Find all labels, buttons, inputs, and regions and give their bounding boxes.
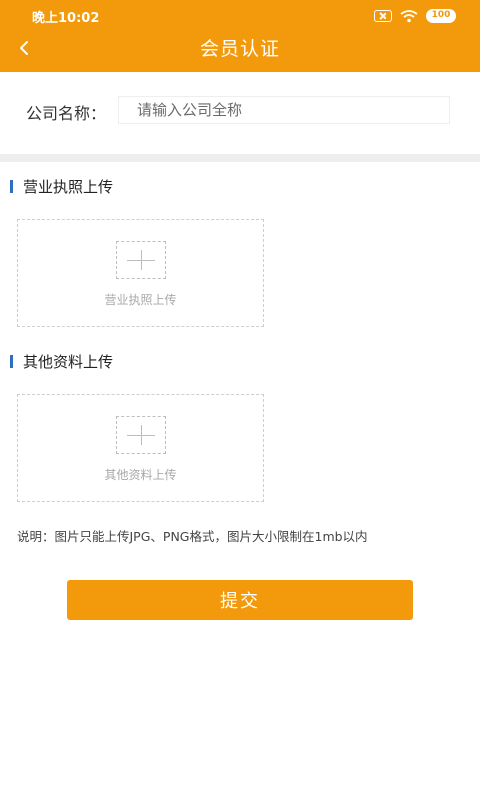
section-divider xyxy=(0,154,480,162)
plus-icon xyxy=(116,416,166,454)
other-section-title: 其他资料上传 xyxy=(10,352,114,371)
status-icons: 100 xyxy=(374,8,456,24)
status-bar: 晚上10:02 100 xyxy=(0,0,480,32)
page-title: 会员认证 xyxy=(199,38,280,60)
section-marker xyxy=(10,354,13,368)
company-name-label: 公司名称： xyxy=(26,104,107,123)
license-section-label: 营业执照上传 xyxy=(23,177,114,196)
plus-icon xyxy=(116,241,166,279)
app-header: 晚上10:02 100 会员认证 xyxy=(0,0,480,72)
other-upload-box[interactable]: 其他资料上传 xyxy=(17,394,264,502)
license-upload-text: 营业执照上传 xyxy=(104,293,177,307)
submit-button[interactable]: 提交 xyxy=(67,580,413,620)
license-section-title: 营业执照上传 xyxy=(10,177,114,196)
company-name-row: 公司名称： xyxy=(0,72,480,154)
license-upload-box[interactable]: 营业执照上传 xyxy=(17,219,264,327)
status-time: 晚上10:02 xyxy=(32,11,100,26)
other-upload-text: 其他资料上传 xyxy=(104,468,177,482)
wifi-icon xyxy=(400,10,418,23)
company-name-input[interactable] xyxy=(118,96,450,124)
nav-bar: 会员认证 xyxy=(0,30,480,70)
sim-x-icon xyxy=(374,10,392,22)
other-section-label: 其他资料上传 xyxy=(23,352,114,371)
upload-note: 说明：图片只能上传JPG、PNG格式，图片大小限制在1mb以内 xyxy=(17,529,368,544)
section-marker xyxy=(10,179,13,193)
battery-icon: 100 xyxy=(426,9,456,23)
